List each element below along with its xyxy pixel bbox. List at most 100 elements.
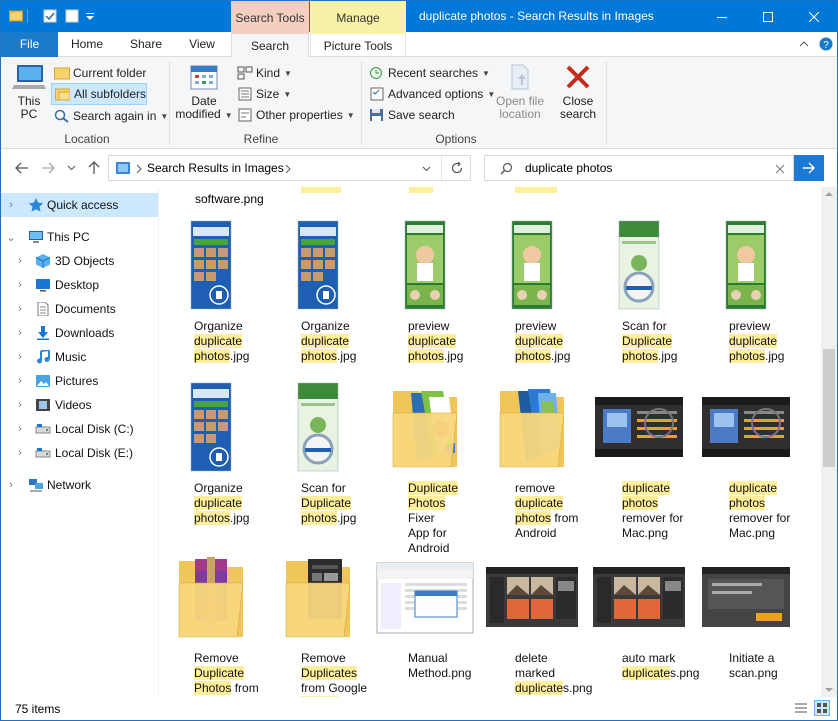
chevron-right-icon[interactable]: › bbox=[6, 479, 16, 491]
advanced-options-button[interactable]: Advanced options ▼ bbox=[369, 84, 495, 104]
nav-item-quick-access[interactable]: › Quick access bbox=[1, 193, 158, 217]
nav-item-local-disk-e[interactable]: › Local Disk (E:) bbox=[1, 441, 158, 465]
chevron-right-icon[interactable]: › bbox=[15, 255, 25, 267]
current-folder-button[interactable]: Current folder bbox=[54, 63, 146, 83]
save-icon bbox=[370, 109, 383, 121]
scroll-down-icon[interactable] bbox=[825, 687, 833, 693]
nav-item-local-disk-c[interactable]: › Local Disk (C:) bbox=[1, 417, 158, 441]
nav-item-music[interactable]: › Music bbox=[1, 345, 158, 369]
nav-item-this-pc[interactable]: ⌄ This PC bbox=[1, 225, 158, 249]
chevron-right-icon[interactable]: › bbox=[15, 303, 25, 315]
nav-item-desktop[interactable]: › Desktop bbox=[1, 273, 158, 297]
file-name-part: Photos bbox=[408, 496, 446, 510]
phone-screenshot-thumbnail bbox=[161, 215, 261, 315]
status-bar: 75 items bbox=[1, 697, 837, 720]
folder-thumbnail bbox=[161, 547, 261, 647]
this-pc-button[interactable]: This PC bbox=[9, 63, 49, 121]
tab-home[interactable]: Home bbox=[59, 32, 115, 57]
chevron-right-icon[interactable]: › bbox=[15, 351, 25, 363]
breadcrumb-chevron-icon[interactable] bbox=[285, 165, 291, 173]
search-query-input[interactable]: duplicate photos bbox=[525, 161, 612, 175]
chevron-right-icon[interactable]: › bbox=[15, 375, 25, 387]
nav-item-documents[interactable]: › Documents bbox=[1, 297, 158, 321]
file-name-part: photos bbox=[729, 496, 766, 510]
address-dropdown-icon[interactable] bbox=[422, 166, 431, 172]
tab-search[interactable]: Search bbox=[231, 32, 309, 58]
context-tab-manage[interactable]: Manage bbox=[310, 1, 406, 32]
refresh-icon[interactable] bbox=[450, 161, 464, 175]
computer-icon bbox=[12, 65, 46, 89]
chevron-right-icon[interactable]: › bbox=[15, 423, 25, 435]
size-button[interactable]: Size ▼ bbox=[237, 84, 291, 104]
tab-share[interactable]: Share bbox=[117, 32, 175, 57]
address-bar[interactable]: Search Results in Images bbox=[108, 155, 471, 181]
nav-item-videos[interactable]: › Videos bbox=[1, 393, 158, 417]
breadcrumb-chevron-icon[interactable] bbox=[136, 165, 142, 173]
tab-view[interactable]: View bbox=[175, 32, 229, 57]
music-icon bbox=[35, 348, 51, 364]
collapse-ribbon-icon[interactable] bbox=[799, 40, 809, 48]
item-count: 75 items bbox=[15, 702, 61, 716]
scroll-up-icon[interactable] bbox=[825, 191, 833, 197]
save-search-button[interactable]: Save search bbox=[369, 105, 455, 125]
close-search-button[interactable]: Close search bbox=[555, 63, 601, 121]
chevron-right-icon[interactable]: › bbox=[15, 327, 25, 339]
partial-file-label[interactable]: software.png bbox=[195, 192, 264, 206]
back-arrow-icon[interactable] bbox=[15, 161, 29, 175]
details-view-icon[interactable] bbox=[794, 702, 808, 715]
tab-file[interactable]: File bbox=[1, 32, 58, 57]
all-subfolders-button[interactable]: All subfolders bbox=[51, 83, 147, 105]
file-name-part: scan.png bbox=[729, 666, 778, 680]
large-icons-view-icon[interactable] bbox=[814, 700, 830, 716]
drive-icon bbox=[35, 446, 51, 460]
properties-icon[interactable] bbox=[43, 9, 57, 23]
new-folder-icon[interactable] bbox=[65, 9, 79, 23]
calendar-icon bbox=[190, 65, 218, 90]
kind-button[interactable]: Kind ▼ bbox=[237, 63, 292, 83]
address-row: Search Results in Images duplicate photo… bbox=[1, 149, 837, 187]
nav-item-network[interactable]: › Network bbox=[1, 473, 158, 497]
other-properties-button[interactable]: Other properties ▼ bbox=[237, 105, 355, 125]
vertical-scrollbar[interactable] bbox=[821, 187, 837, 697]
date-modified-button[interactable]: Date modified ▼ bbox=[175, 63, 233, 122]
up-arrow-icon[interactable] bbox=[87, 160, 101, 175]
file-name-part: .jpg bbox=[658, 349, 678, 363]
file-name-part: Mac.png bbox=[622, 526, 669, 540]
clear-search-icon[interactable] bbox=[775, 164, 785, 174]
scrollbar-thumb[interactable] bbox=[823, 349, 835, 467]
context-tab-search-tools[interactable]: Search Tools bbox=[231, 1, 309, 32]
nav-item-label: Videos bbox=[55, 398, 92, 412]
forward-arrow-icon[interactable] bbox=[41, 161, 55, 175]
customize-qat-icon[interactable] bbox=[85, 9, 95, 23]
navigation-pane: › Quick access ⌄ This PC › 3D Objects › Desktop… bbox=[1, 187, 159, 697]
recent-searches-button[interactable]: Recent searches ▼ bbox=[369, 63, 490, 83]
recent-locations-icon[interactable] bbox=[67, 164, 76, 172]
open-file-location-button[interactable]: Open file location bbox=[493, 63, 547, 121]
chevron-right-icon[interactable]: › bbox=[6, 199, 16, 211]
help-icon[interactable]: ? bbox=[819, 37, 833, 51]
ribbon: This PC Current folder All subfolders Se… bbox=[1, 57, 837, 149]
file-name-part: photos bbox=[301, 511, 338, 525]
tab-picture-tools[interactable]: Picture Tools bbox=[310, 32, 406, 57]
properties-icon bbox=[238, 108, 252, 122]
chevron-down-icon[interactable]: ⌄ bbox=[6, 231, 16, 244]
file-name: Organize duplicate photos.jpg bbox=[161, 319, 261, 364]
file-name: auto mark duplicates.png bbox=[589, 651, 699, 681]
nav-item-pictures[interactable]: › Pictures bbox=[1, 369, 158, 393]
file-name-part: photos bbox=[622, 496, 659, 510]
search-box[interactable]: duplicate photos bbox=[484, 155, 794, 181]
group-label-location: Location bbox=[64, 132, 110, 146]
kind-icon bbox=[237, 66, 253, 80]
chevron-right-icon[interactable]: › bbox=[15, 447, 25, 459]
chevron-right-icon[interactable]: › bbox=[15, 399, 25, 411]
nav-item-3d-objects[interactable]: › 3D Objects bbox=[1, 249, 158, 273]
search-go-button[interactable] bbox=[794, 155, 824, 181]
maximize-button[interactable] bbox=[745, 1, 791, 32]
chevron-right-icon[interactable]: › bbox=[15, 279, 25, 291]
breadcrumb-search-results[interactable]: Search Results in Images bbox=[147, 161, 284, 175]
search-again-in-button[interactable]: Search again in ▼ bbox=[54, 106, 168, 126]
minimize-button[interactable] bbox=[699, 1, 745, 32]
nav-item-downloads[interactable]: › Downloads bbox=[1, 321, 158, 345]
title-bar: Search Tools Manage duplicate photos - S… bbox=[1, 1, 837, 32]
close-button[interactable] bbox=[791, 1, 837, 32]
